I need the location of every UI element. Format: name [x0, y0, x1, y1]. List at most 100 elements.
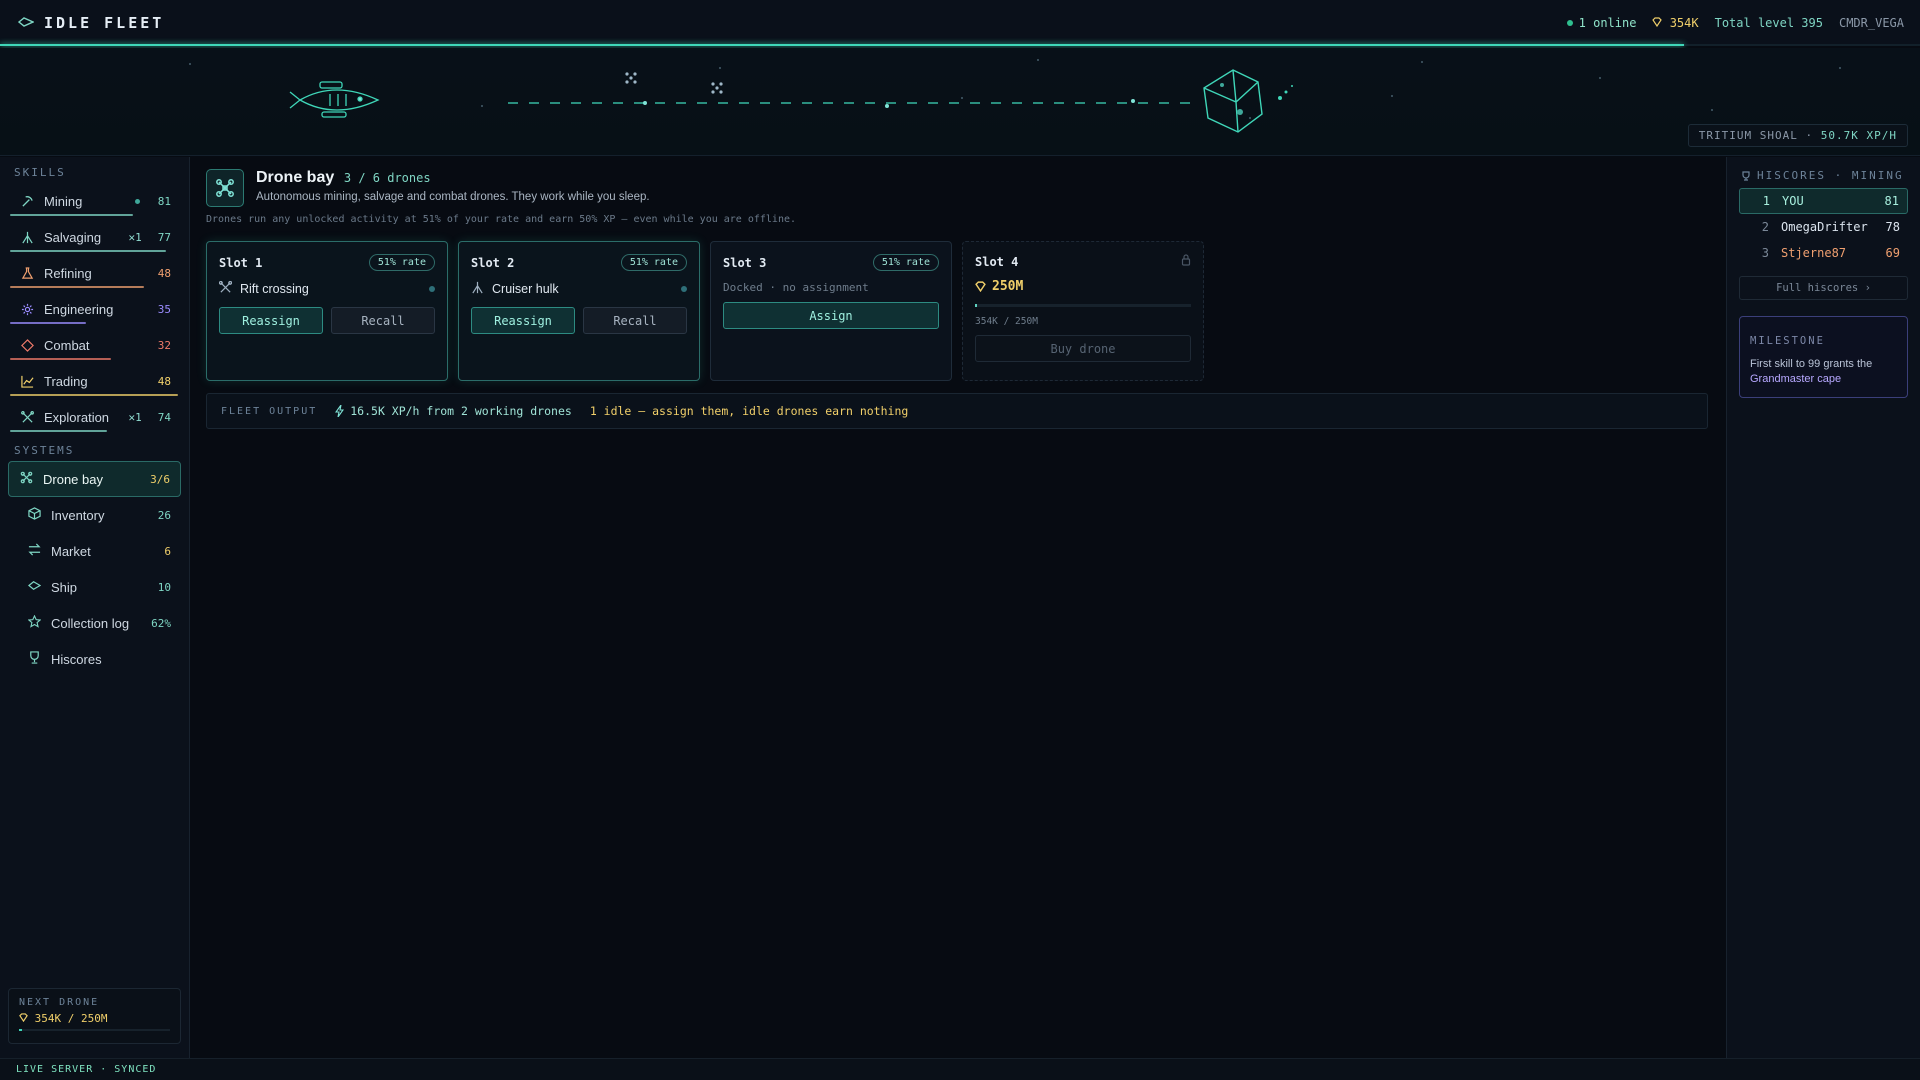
hiscore-level: 69 — [1885, 246, 1900, 260]
slot-name: Slot 3 — [723, 255, 767, 270]
lock-icon — [1181, 254, 1191, 269]
nav-count: 3/6 — [150, 472, 170, 486]
skill-salvaging[interactable]: Salvaging ✕1 77 — [0, 219, 189, 255]
right-sidebar: HISCORES · MINING 1 YOU 81 2 OmegaDrifter 78 3… — [1726, 157, 1920, 1058]
fleet-output-rate-text: 16.5K XP/h from 2 working drones — [350, 404, 572, 418]
recall-button[interactable]: Recall — [583, 307, 687, 334]
left-sidebar: SKILLS Mining 81 Salvaging ✕1 77 Refining 48 En… — [0, 157, 190, 1058]
slot-name: Slot 2 — [471, 255, 515, 270]
chart-icon — [20, 374, 34, 388]
skill-name: Exploration — [44, 409, 110, 425]
zone-separator: · — [1805, 129, 1814, 142]
slot-activity: Rift crossing — [240, 282, 309, 296]
next-drone-amount: 354K / 250M — [34, 1012, 108, 1025]
cube-icon — [28, 507, 41, 523]
nav-inventory[interactable]: Inventory 26 — [8, 497, 181, 533]
rate-badge: 51% rate — [620, 254, 687, 271]
price-progress — [975, 304, 1191, 307]
space-scene: TRITIUM SHOAL · 50.7K XP/H — [0, 48, 1920, 156]
nav-ship[interactable]: Ship 10 — [8, 569, 181, 605]
systems-list: Drone bay 3/6 Inventory 26 Market 6 Ship 10 Coll… — [0, 461, 189, 677]
pickaxe-icon — [20, 194, 34, 208]
buy-drone-button[interactable]: Buy drone — [975, 335, 1191, 362]
asteroid-icon — [1203, 69, 1263, 133]
ship-logo-icon — [17, 16, 35, 31]
nav-market[interactable]: Market 6 — [8, 533, 181, 569]
status-footer: LIVE SERVER · SYNCED — [0, 1058, 1920, 1080]
crossing-icon — [218, 280, 233, 297]
xp-progress-fill — [0, 44, 1684, 46]
salvage-icon — [471, 281, 484, 297]
milestone-card: MILESTONE First skill to 99 grants the G… — [1739, 316, 1908, 398]
skill-progress-bar — [10, 358, 111, 360]
gem-icon — [1652, 16, 1669, 30]
skill-level: 48 — [157, 266, 171, 280]
hiscores-list: 1 YOU 81 2 OmegaDrifter 78 3 Stjerne87 69 — [1727, 188, 1920, 266]
hiscore-row[interactable]: 3 Stjerne87 69 — [1739, 240, 1908, 266]
hiscore-row[interactable]: 2 OmegaDrifter 78 — [1739, 214, 1908, 240]
brand[interactable]: IDLE FLEET — [17, 14, 165, 32]
hiscore-name: Stjerne87 — [1781, 246, 1847, 260]
drone-slot-2: Slot 2 51% rate Cruiser hulk Reassign Re… — [458, 241, 700, 381]
star-icon — [27, 614, 42, 631]
online-indicator: 1 online — [1566, 16, 1636, 30]
nav-drone-bay[interactable]: Drone bay 3/6 — [8, 461, 181, 497]
app-title: IDLE FLEET — [44, 14, 165, 32]
nav-label: Market — [51, 543, 91, 559]
nav-count: 62% — [151, 616, 171, 630]
drone-assigned-badge: ✕1 — [129, 231, 142, 244]
slot-activity: Cruiser hulk — [492, 282, 559, 296]
player-ship-icon — [289, 81, 380, 118]
skill-trading[interactable]: Trading 48 — [0, 363, 189, 399]
skill-exploration[interactable]: Exploration ✕1 74 — [0, 399, 189, 435]
flask-icon — [20, 266, 34, 280]
hiscore-row[interactable]: 1 YOU 81 — [1739, 188, 1908, 214]
recall-button[interactable]: Recall — [331, 307, 435, 334]
rate-badge: 51% rate — [368, 254, 435, 271]
price-progress-text: 354K / 250M — [975, 316, 1038, 327]
skill-combat[interactable]: Combat 32 — [0, 327, 189, 363]
reassign-button[interactable]: Reassign — [471, 307, 575, 334]
fleet-output-rate: 16.5K XP/h from 2 working drones — [335, 404, 572, 418]
ship-icon — [27, 579, 42, 595]
drone-assigned-count: 1 — [135, 410, 142, 424]
nav-collection-log[interactable]: Collection log 62% — [8, 605, 181, 641]
skill-progress-bar — [10, 250, 166, 252]
salvage-icon — [20, 230, 34, 244]
page-title: Drone bay — [256, 169, 335, 186]
next-drone-progress-fill — [19, 1029, 23, 1031]
credits-value: 354K — [1669, 16, 1699, 30]
skill-level: 74 — [157, 410, 171, 424]
drone-icon — [206, 169, 244, 207]
online-dot-icon — [1566, 20, 1573, 26]
nav-count: 10 — [157, 580, 171, 594]
next-drone-progress — [19, 1029, 170, 1031]
skill-engineering[interactable]: Engineering 35 — [0, 291, 189, 327]
nav-label: Drone bay — [43, 471, 103, 487]
skill-progress-bar — [10, 286, 144, 288]
active-skill-dot-icon — [134, 198, 140, 204]
trophy-icon — [28, 651, 41, 667]
drone-count: 3 / 6 drones — [343, 171, 431, 185]
nav-hiscores[interactable]: Hiscores — [8, 641, 181, 677]
hiscores-heading: HISCORES · MINING — [1727, 157, 1920, 188]
top-status: 1 online 354K Total level 395 CMDR_VEGA — [1566, 16, 1904, 30]
drone-slot-3: Slot 3 51% rate Docked · no assignment A… — [710, 241, 952, 381]
nav-label: Hiscores — [51, 651, 102, 667]
skill-level: 35 — [157, 302, 171, 316]
skill-refining[interactable]: Refining 48 — [0, 255, 189, 291]
assign-button[interactable]: Assign — [723, 302, 939, 329]
skill-level: 77 — [157, 230, 171, 244]
total-level: Total level 395 — [1714, 16, 1823, 30]
username[interactable]: CMDR_VEGA — [1839, 16, 1904, 30]
reassign-button[interactable]: Reassign — [219, 307, 323, 334]
next-drone-card[interactable]: NEXT DRONE 354K / 250M — [8, 988, 181, 1044]
hiscores-title: HISCORES · MINING — [1757, 169, 1904, 182]
working-indicator-icon — [681, 286, 687, 292]
skill-mining[interactable]: Mining 81 — [0, 183, 189, 219]
fleet-output-bar: FLEET OUTPUT 16.5K XP/h from 2 working d… — [206, 393, 1708, 429]
hiscore-rank: 1 — [1762, 194, 1770, 208]
compass-icon — [20, 410, 34, 424]
credits: 354K — [1652, 16, 1699, 30]
full-hiscores-button[interactable]: Full hiscores › — [1739, 276, 1908, 300]
